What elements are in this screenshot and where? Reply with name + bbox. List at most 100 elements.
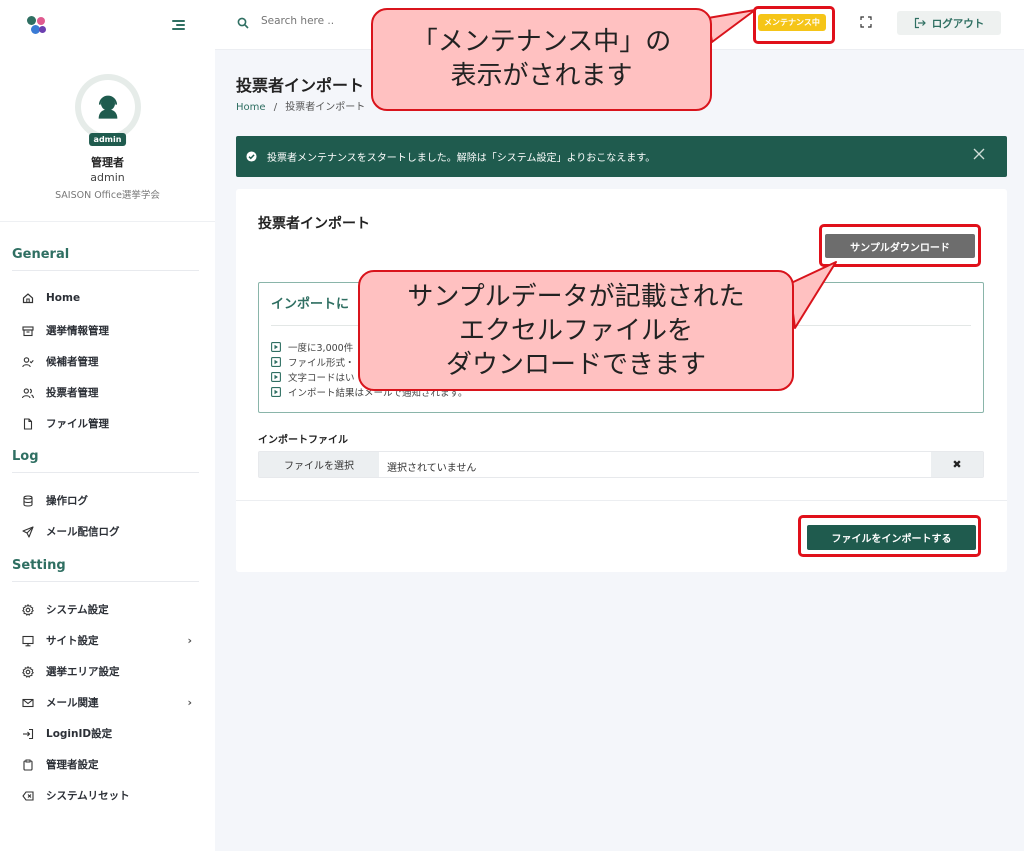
archive-icon — [22, 325, 34, 336]
sidebar-item-site-settings[interactable]: サイト設定 › — [22, 633, 192, 648]
section-general: General — [12, 247, 70, 262]
logout-button[interactable]: ログアウト — [897, 11, 1001, 35]
callout-text: ダウンロードできます — [445, 350, 706, 380]
mail-icon — [22, 698, 34, 707]
section-log: Log — [12, 449, 39, 464]
sidebar-item-label: サイト設定 — [46, 635, 99, 647]
file-field-label: インポートファイル — [258, 435, 348, 446]
sidebar-item-candidates[interactable]: 候補者管理 — [22, 354, 192, 369]
callout-text: 「メンテナンス中」の — [411, 27, 672, 57]
callout-text: 表示がされます — [450, 61, 633, 91]
sidebar-item-system-reset[interactable]: システムリセット — [22, 788, 192, 803]
callout-maintenance: 「メンテナンス中」の 表示がされます — [371, 8, 712, 111]
profile-name: 管理者 — [91, 156, 124, 169]
sidebar-item-files[interactable]: ファイル管理 — [22, 416, 192, 431]
avatar-badge: admin — [88, 133, 127, 146]
callout-text: サンプルデータが記載された — [407, 282, 745, 312]
alert-message: 投票者メンテナンスをスタートしました。解除は「システム設定」よりおこなえます。 — [267, 153, 656, 164]
breadcrumb-current: 投票者インポート — [285, 102, 366, 113]
callout-sample-download: サンプルデータが記載された エクセルファイルを ダウンロードできます — [358, 270, 794, 391]
play-square-icon — [271, 386, 281, 397]
avatar[interactable]: admin — [74, 74, 141, 146]
sidebar-item-voters[interactable]: 投票者管理 — [22, 385, 192, 400]
sidebar-item-label: ファイル管理 — [46, 418, 109, 430]
clear-file-button[interactable]: ✖ — [931, 452, 983, 477]
sidebar-item-label: メール関連 — [46, 697, 99, 709]
breadcrumb-home[interactable]: Home — [236, 102, 266, 113]
gear-icon — [22, 603, 34, 616]
search-icon[interactable] — [237, 17, 249, 29]
list-item-text: ファイル形式・ — [288, 357, 355, 369]
card-title: 投票者インポート — [258, 216, 370, 232]
sidebar-item-mail-log[interactable]: メール配信ログ — [22, 524, 192, 539]
close-icon[interactable] — [973, 148, 985, 160]
list-item-text: 一度に3,000件 — [288, 342, 354, 354]
sidebar-item-admin-settings[interactable]: 管理者設定 — [22, 757, 192, 772]
highlight-sample-button — [819, 224, 981, 267]
breadcrumb: Home / 投票者インポート — [236, 98, 365, 113]
highlight-import-button — [798, 515, 981, 557]
sidebar-item-label: 操作ログ — [46, 495, 88, 507]
file-input: ファイルを選択 選択されていません ✖ — [258, 451, 984, 478]
play-square-icon — [271, 341, 281, 352]
send-icon — [22, 525, 34, 538]
logout-label: ログアウト — [931, 17, 985, 30]
section-setting: Setting — [12, 558, 66, 573]
maintenance-alert: 投票者メンテナンスをスタートしました。解除は「システム設定」よりおこなえます。 — [236, 136, 1007, 177]
backspace-icon — [22, 790, 34, 801]
user-check-icon — [22, 356, 34, 367]
app-logo[interactable] — [26, 14, 48, 36]
clipboard-icon — [23, 759, 33, 771]
sidebar-item-area-settings[interactable]: 選挙エリア設定 — [22, 664, 192, 679]
divider — [12, 472, 199, 473]
callout-text: エクセルファイルを — [458, 316, 693, 346]
play-square-icon — [271, 371, 281, 382]
sidebar-item-label: メール配信ログ — [46, 526, 120, 538]
sidebar-item-label: Home — [46, 292, 81, 304]
users-icon — [22, 387, 34, 398]
sidebar-item-label: システム設定 — [46, 604, 109, 616]
sidebar-item-home[interactable]: Home — [22, 292, 192, 304]
sidebar-item-system-settings[interactable]: システム設定 — [22, 602, 192, 617]
divider — [12, 270, 199, 271]
sidebar-item-operation-log[interactable]: 操作ログ — [22, 493, 192, 508]
sidebar-item-label: 管理者設定 — [46, 759, 99, 771]
play-square-icon — [271, 356, 281, 367]
info-title: インポートに — [271, 297, 350, 312]
sidebar: admin 管理者 admin SAISON Office選挙学会 Genera… — [0, 0, 215, 851]
profile-org: SAISON Office選挙学会 — [55, 190, 160, 201]
sidebar-item-label: 選挙情報管理 — [46, 325, 109, 337]
sidebar-item-mail[interactable]: メール関連 › — [22, 695, 192, 710]
user-headset-icon — [98, 95, 117, 119]
file-status: 選択されていません — [387, 463, 477, 474]
monitor-icon — [22, 635, 34, 646]
sidebar-item-election[interactable]: 選挙情報管理 — [22, 323, 192, 338]
divider — [236, 500, 1007, 501]
sidebar-item-loginid-settings[interactable]: LoginID設定 — [22, 726, 192, 741]
database-icon — [23, 494, 33, 507]
chevron-right-icon: › — [187, 634, 192, 647]
home-icon — [22, 293, 34, 304]
brand-bar — [0, 0, 215, 50]
sidebar-item-label: システムリセット — [46, 790, 130, 802]
menu-toggle-icon[interactable] — [172, 20, 185, 30]
sidebar-item-label: 投票者管理 — [46, 387, 99, 399]
chevron-right-icon: › — [187, 696, 192, 709]
divider — [12, 581, 199, 582]
profile-panel: admin 管理者 admin SAISON Office選挙学会 — [0, 50, 215, 222]
check-circle-icon — [246, 151, 257, 162]
fullscreen-icon[interactable] — [860, 16, 872, 28]
list-item-text: 文字コードはい — [288, 372, 355, 384]
sidebar-item-label: 候補者管理 — [46, 356, 99, 368]
file-icon — [23, 417, 33, 430]
profile-role: admin — [90, 171, 125, 184]
logout-icon — [914, 17, 926, 29]
sidebar-item-label: LoginID設定 — [46, 728, 113, 740]
highlight-maintenance-badge — [753, 6, 835, 44]
gear-icon — [22, 665, 34, 678]
sidebar-item-label: 選挙エリア設定 — [46, 666, 120, 678]
breadcrumb-separator: / — [273, 102, 278, 113]
choose-file-button[interactable]: ファイルを選択 — [259, 452, 379, 477]
login-icon — [23, 728, 34, 739]
page-title: 投票者インポート — [236, 76, 365, 95]
